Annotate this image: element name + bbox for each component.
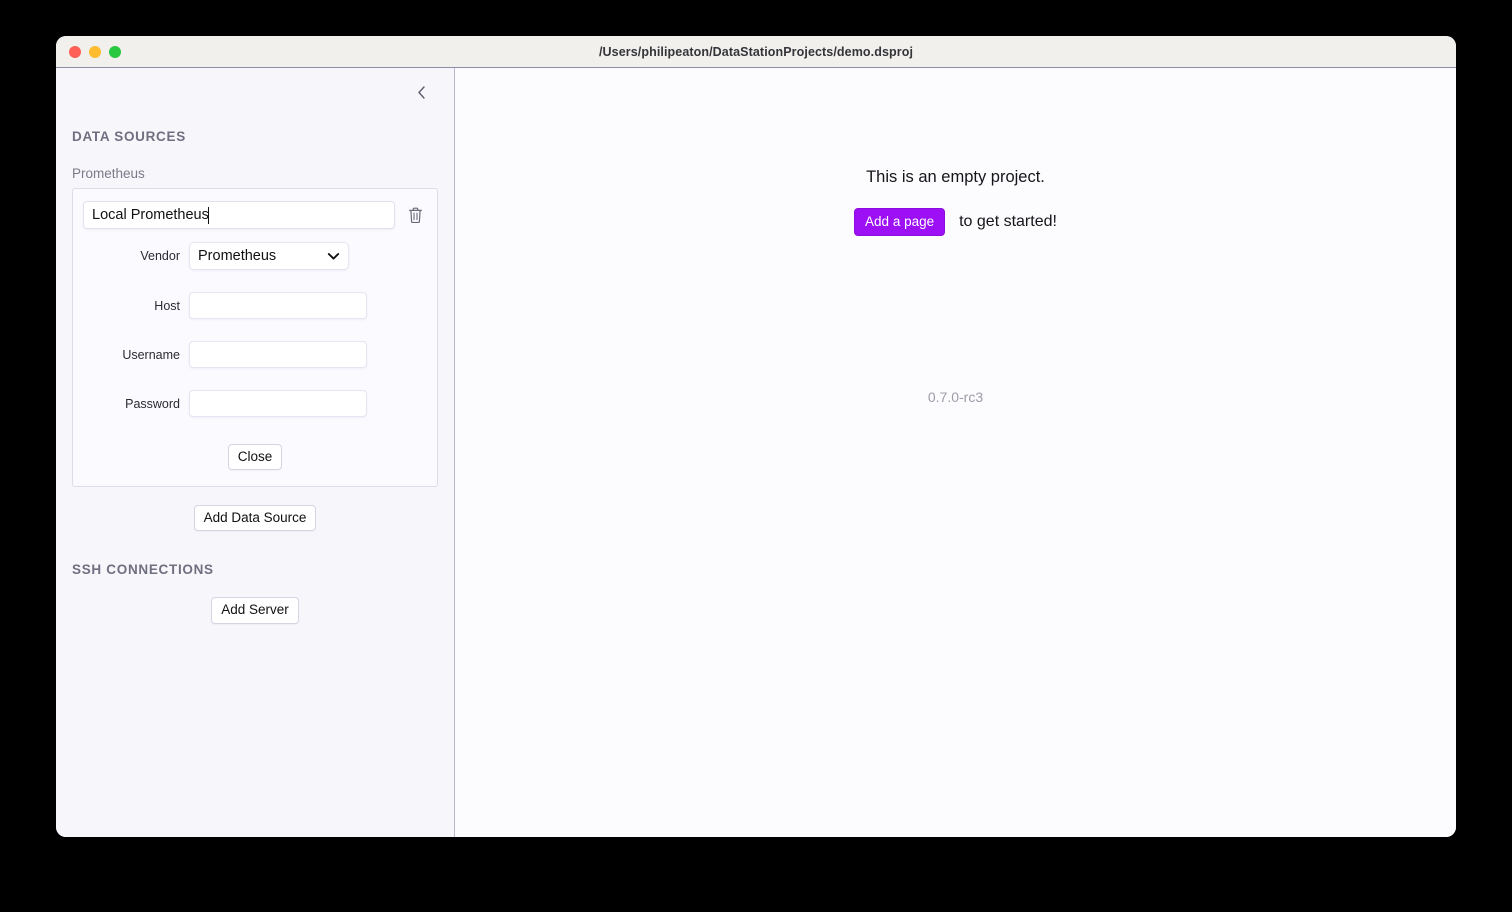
add-server-row: Add Server [72,597,438,624]
app-window: /Users/philipeaton/DataStationProjects/d… [56,36,1456,837]
add-server-button[interactable]: Add Server [211,597,299,624]
data-source-name-value: Local Prometheus [92,207,209,223]
form-row-host: Host [83,292,427,319]
username-input[interactable] [189,341,367,368]
host-label: Host [154,298,180,313]
text-cursor [207,206,209,224]
form-row-username: Username [83,341,427,368]
close-data-source-button[interactable]: Close [227,444,283,471]
add-data-source-button[interactable]: Add Data Source [193,505,317,532]
data-source-type-label: Prometheus [72,166,145,181]
vendor-label: Vendor [140,249,180,263]
add-page-button[interactable]: Add a page [854,208,946,237]
version-label: 0.7.0-rc3 [927,389,984,405]
main-panel: This is an empty project. Add a page to … [455,68,1456,837]
sidebar-collapse-row [72,68,438,116]
username-label: Username [122,347,180,362]
password-label: Password [125,396,180,411]
window-controls [69,36,121,67]
ssh-heading-row: SSH CONNECTIONS [72,562,438,577]
password-input[interactable] [189,390,367,417]
vendor-select-value: Prometheus [198,248,277,264]
ssh-connections-heading: SSH CONNECTIONS [72,562,214,578]
close-window-button[interactable] [69,45,81,58]
vendor-select[interactable]: Prometheus [189,242,349,270]
window-body: DATA SOURCES Prometheus Local Prometheus [56,68,1456,837]
data-source-name-row: Local Prometheus [83,201,427,229]
chevron-down-icon [327,252,340,261]
minimize-window-button[interactable] [89,45,101,58]
close-button-row: Close [83,444,427,471]
data-source-name-input[interactable]: Local Prometheus [83,201,395,229]
host-input[interactable] [189,292,367,319]
form-row-vendor: Vendor Prometheus [83,242,427,270]
data-sources-heading: DATA SOURCES [72,129,186,144]
empty-project-message: This is an empty project. [866,168,1045,186]
form-row-password: Password [83,390,427,417]
maximize-window-button[interactable] [109,45,121,58]
empty-project-cta: Add a page to get started! [854,208,1057,237]
cta-suffix-text: to get started! [959,213,1057,231]
data-source-card: Local Prometheus Vendor Prometheus Host … [72,188,438,488]
title-bar: /Users/philipeaton/DataStationProjects/d… [56,36,1456,68]
add-data-source-row: Add Data Source [72,505,438,532]
trash-icon[interactable] [403,203,427,227]
window-title: /Users/philipeaton/DataStationProjects/d… [598,44,914,59]
chevron-left-icon[interactable] [410,81,432,103]
sidebar: DATA SOURCES Prometheus Local Prometheus [56,68,455,837]
